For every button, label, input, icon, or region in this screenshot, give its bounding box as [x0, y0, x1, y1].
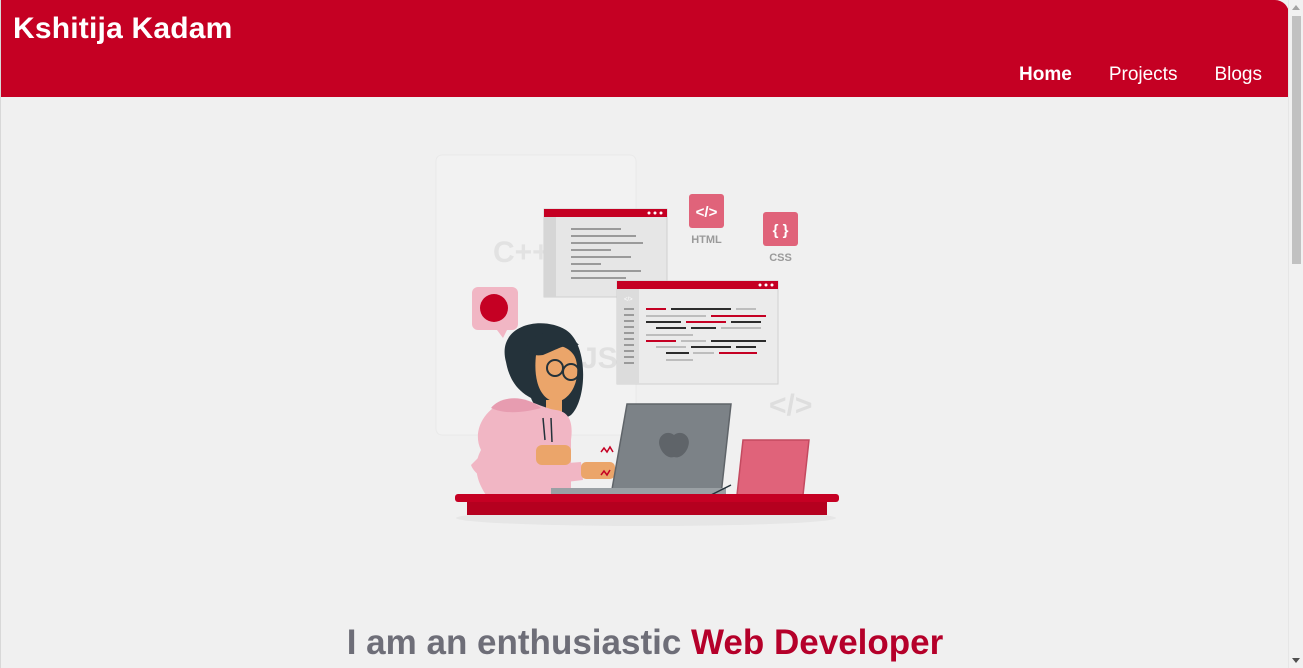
nav-item-blogs[interactable]: Blogs — [1196, 62, 1288, 88]
css-glyph: { } — [773, 222, 789, 239]
nav-item-home[interactable]: Home — [1001, 62, 1091, 88]
nav-item-projects[interactable]: Projects — [1090, 62, 1196, 88]
scroll-thumb[interactable] — [1292, 16, 1301, 264]
js-label: JS — [581, 342, 618, 375]
svg-text:</>: </> — [624, 297, 633, 303]
desk — [455, 494, 839, 526]
headline-prefix: I am an enthusiastic — [346, 623, 682, 662]
css-badge: { } CSS — [763, 212, 798, 264]
vertical-scrollbar[interactable] — [1288, 0, 1303, 668]
large-code-window: </> — [616, 280, 779, 385]
code-tag-glyph: </> — [769, 389, 812, 422]
site-brand[interactable]: Kshitija Kadam — [13, 12, 233, 46]
html-tag-glyph: </> — [696, 204, 718, 221]
html-label: HTML — [691, 234, 722, 246]
scroll-down-arrow-icon[interactable] — [1292, 658, 1300, 663]
page-viewport: Kshitija Kadam Home Projects Blogs C++ J… — [0, 0, 1288, 668]
hero-headline: I am an enthusiastic Web Developer — [1, 623, 1288, 663]
css-label: CSS — [769, 252, 792, 264]
headline-accent: Web Developer — [691, 623, 944, 662]
cpp-label: C++ — [493, 236, 550, 269]
main-nav: Home Projects Blogs — [1001, 62, 1288, 88]
site-header: Kshitija Kadam Home Projects Blogs — [1, 0, 1288, 97]
html-badge: </> HTML — [689, 194, 724, 246]
developer-at-laptop-illustration: C++ JS </> </> HTML {} CSS </> — [435, 154, 839, 526]
scroll-up-arrow-icon[interactable] — [1292, 5, 1300, 10]
